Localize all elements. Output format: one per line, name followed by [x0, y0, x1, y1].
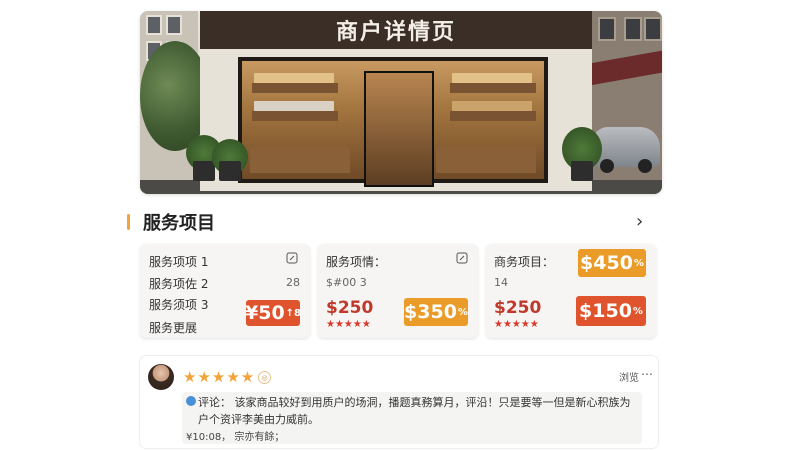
store-sign-text: 商户详情页 [335, 20, 456, 45]
shop-interior [242, 61, 544, 187]
price-tag: $350 % [404, 298, 468, 326]
review-meta: 浏览 [619, 373, 639, 384]
price-tag-suffix: ↑8 [285, 307, 302, 319]
review-body: 评论： 该家商品较好到用质户的场洞，播题真務算月，评沿！只是要等一但是新心积族为… [182, 392, 642, 444]
shop-window [238, 57, 548, 187]
rating-stars: ★★★★★ [494, 319, 539, 330]
service-price: $250 [494, 298, 542, 318]
service-card[interactable]: 商务项目： $450 % 14 $250 ★★★★★ $150 % [486, 244, 656, 338]
service-card-subtitle: 14 [494, 276, 508, 289]
service-item: 服务项佐 2 [149, 277, 209, 291]
display-counter-right [436, 147, 536, 173]
storefront-banner-image: 商户详情页 [140, 11, 662, 194]
service-card[interactable]: 服务项项 1 服务项佐 2 服务须项 3 服务更展 28 ¥50 ↑8 [140, 244, 310, 338]
service-card-subtitle: $#00 3 [326, 276, 367, 289]
check-icon [186, 396, 196, 406]
service-count: 28 [286, 276, 300, 289]
service-item: 服务项项 1 [149, 255, 209, 269]
price-tag-amount: $350 [404, 301, 457, 323]
storefront: 商户详情页 [186, 11, 602, 191]
service-card-title: 服务项情： [326, 255, 387, 269]
service-item: 服务更展 [149, 321, 198, 335]
car [592, 127, 660, 173]
price-tag-suffix: % [633, 257, 644, 269]
review-stars: ★★★★★ [183, 368, 256, 386]
price-tag-suffix: % [457, 306, 468, 318]
plant-pot [571, 161, 593, 181]
store-sign: 商户详情页 [200, 11, 592, 49]
section-accent-bar [127, 214, 130, 230]
edit-icon[interactable] [456, 252, 468, 267]
review-time: ¥10:08， 宗亦有餘； [186, 432, 285, 443]
review-text: 评论： 该家商品较好到用质户的场洞，播题真務算月，评沿！只是要等一但是新心积族为… [198, 396, 631, 426]
price-tag: ¥50 ↑8 [245, 300, 302, 326]
plant-pot [219, 161, 241, 181]
price-tag-amount: $450 [580, 252, 633, 274]
more-icon[interactable]: ⋯ [641, 367, 653, 381]
review-card: ★★★★★ ◎ 浏览 ⋯ 评论： 该家商品较好到用质户的场洞，播题真務算月，评沿… [140, 356, 658, 448]
avatar[interactable] [148, 364, 174, 390]
service-price: $250 [326, 298, 374, 318]
price-tag-amount: $150 [579, 300, 632, 322]
service-item: 服务须项 3 [149, 298, 209, 312]
rating-stars: ★★★★★ [326, 319, 371, 330]
price-tag: $450 % [578, 249, 646, 277]
verified-badge-icon: ◎ [258, 371, 271, 384]
edit-icon[interactable] [286, 252, 298, 267]
chevron-right-icon[interactable]: › [636, 211, 643, 232]
shop-door [364, 71, 434, 187]
display-counter [250, 147, 350, 173]
price-tag: $150 % [576, 296, 646, 326]
plant-pot [193, 161, 215, 181]
services-title: 服务项目 [143, 213, 215, 234]
service-card-title: 商务项目： [494, 255, 555, 269]
price-tag-suffix: % [632, 305, 643, 317]
price-tag-amount: ¥50 [245, 302, 285, 324]
service-card[interactable]: 服务项情： $#00 3 $250 ★★★★★ $350 % [318, 244, 478, 338]
